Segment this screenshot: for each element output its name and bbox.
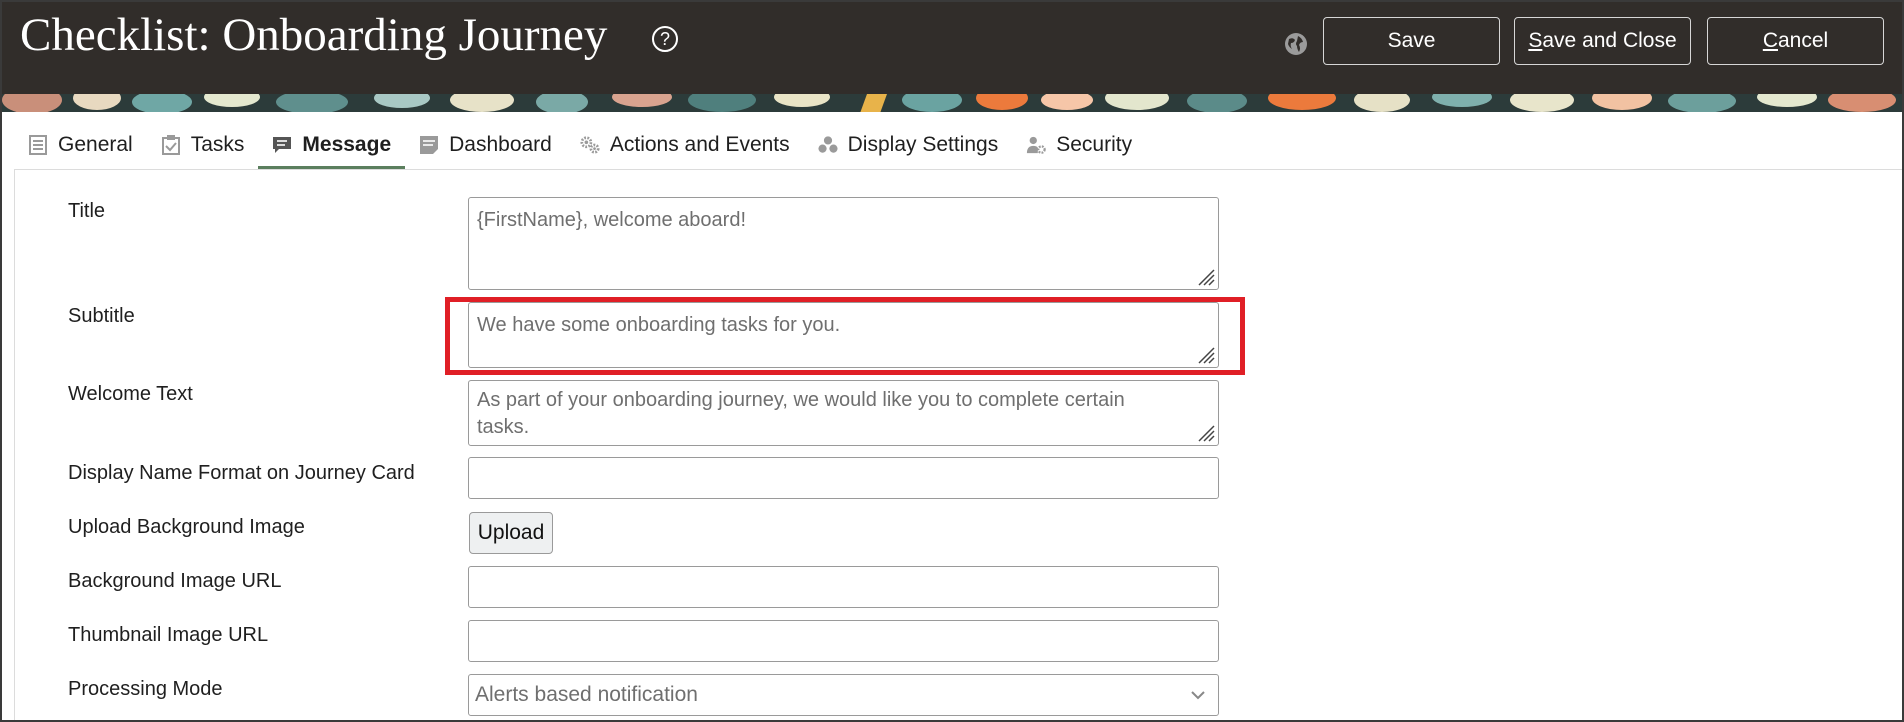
chevron-down-icon	[1191, 691, 1205, 700]
upload-background-label: Upload Background Image	[68, 516, 305, 538]
cancel-mnemonic: C	[1762, 29, 1778, 52]
tab-bar: General Tasks Message Dashboard Actions …	[14, 120, 1146, 170]
gears-icon	[580, 135, 600, 155]
title-value: {FirstName}, welcome aboard!	[477, 209, 747, 231]
page-title: Checklist: Onboarding Journey	[20, 9, 608, 61]
globe-icon[interactable]	[1284, 32, 1308, 56]
background-url-input[interactable]	[468, 566, 1219, 608]
thumbnail-url-label: Thumbnail Image URL	[68, 624, 269, 646]
content-border	[14, 170, 15, 720]
tab-label: Display Settings	[847, 133, 999, 156]
decorative-banner	[2, 94, 1902, 112]
banner-pattern	[2, 94, 1902, 112]
welcome-text-label: Welcome Text	[68, 383, 193, 405]
welcome-text-value: As part of your onboarding journey, we w…	[477, 389, 1125, 438]
save-and-close-mnemonic: S	[1528, 29, 1543, 52]
tab-label: Dashboard	[449, 133, 552, 156]
tab-label: Tasks	[190, 133, 245, 156]
tab-actions-and-events[interactable]: Actions and Events	[566, 120, 804, 170]
help-circle-icon[interactable]: ?	[652, 26, 678, 52]
tab-message[interactable]: Message	[258, 120, 405, 170]
tab-label: General	[58, 133, 133, 156]
processing-mode-label: Processing Mode	[68, 678, 223, 700]
cancel-button[interactable]: Cancel	[1707, 17, 1884, 65]
processing-mode-value: Alerts based notification	[475, 683, 698, 706]
chat-bubble-icon	[272, 135, 292, 155]
resize-handle-icon[interactable]	[1197, 268, 1215, 286]
title-label: Title	[68, 200, 106, 222]
clipboard-check-icon	[161, 135, 181, 155]
resize-handle-icon[interactable]	[1197, 424, 1215, 442]
tab-tasks[interactable]: Tasks	[147, 120, 259, 170]
document-icon	[419, 135, 439, 155]
tab-label: Message	[302, 133, 392, 156]
tab-general[interactable]: General	[14, 120, 147, 170]
thumbnail-url-input[interactable]	[468, 620, 1219, 662]
display-name-format-label: Display Name Format on Journey Card	[68, 462, 415, 484]
tab-label: Security	[1056, 133, 1133, 156]
save-and-close-button[interactable]: Save and Close	[1514, 17, 1691, 65]
display-name-format-input[interactable]	[468, 457, 1219, 499]
processing-mode-select[interactable]: Alerts based notification	[468, 674, 1219, 716]
title-textarea[interactable]: {FirstName}, welcome aboard!	[468, 197, 1219, 290]
save-button[interactable]: Save	[1323, 17, 1500, 65]
tab-display-settings[interactable]: Display Settings	[804, 120, 1013, 170]
save-and-close-label: ave and Close	[1542, 29, 1677, 52]
user-gear-icon	[1026, 135, 1046, 155]
page-header: Checklist: Onboarding Journey ? Save Sav…	[2, 2, 1902, 94]
tab-security[interactable]: Security	[1012, 120, 1146, 170]
app-window: Checklist: Onboarding Journey ? Save Sav…	[0, 0, 1904, 722]
list-icon	[28, 135, 48, 155]
cancel-label: ancel	[1777, 29, 1829, 52]
welcome-text-textarea[interactable]: As part of your onboarding journey, we w…	[468, 380, 1219, 446]
upload-button[interactable]: Upload	[469, 512, 553, 554]
circles-icon	[818, 135, 838, 155]
tab-dashboard[interactable]: Dashboard	[405, 120, 566, 170]
tab-divider	[14, 169, 1902, 170]
subtitle-highlight-box	[445, 297, 1245, 375]
background-url-label: Background Image URL	[68, 570, 282, 592]
subtitle-label: Subtitle	[68, 305, 135, 327]
tab-label: Actions and Events	[609, 133, 790, 156]
